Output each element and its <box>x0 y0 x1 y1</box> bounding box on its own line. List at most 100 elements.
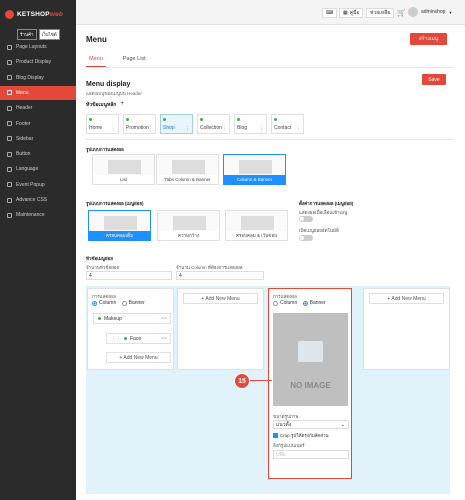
drag-handle-icon[interactable]: ⋮⋮ <box>111 336 121 342</box>
crop-checkbox[interactable]: Crop รูปให้ตรงกับสัดส่วน <box>273 432 329 439</box>
annotation-badge: 15 <box>234 373 250 389</box>
submenu-count-input[interactable]: 4 <box>86 271 172 280</box>
username: adminshop <box>421 9 446 15</box>
sidebar-item-footer[interactable]: Footer <box>0 117 76 131</box>
button-icon <box>7 151 12 157</box>
tab-page-list[interactable]: Page List <box>120 56 149 67</box>
sub-settings-title: ตั้งค่าการแสดงผล (เมนูย่อย) <box>299 201 354 206</box>
banner-link-input[interactable]: URL <box>273 450 349 459</box>
more-vertical-icon[interactable]: ⋮ <box>296 126 301 132</box>
style-list-card[interactable]: List <box>92 154 155 185</box>
sidebar-item-event-popup[interactable]: Event Popup <box>0 178 76 192</box>
manual-button[interactable]: ▦ คู่มือ <box>339 8 364 18</box>
add-new-menu-button[interactable]: + Add New Menu <box>106 352 171 363</box>
brand-name: KETSHOP <box>17 10 50 18</box>
sidebar-item-page-layouts[interactable]: Page Layouts <box>0 40 76 54</box>
sidebar-item-advance-css[interactable]: Advance CSS <box>0 193 76 207</box>
sidebar-item-menu[interactable]: Menu <box>0 85 76 100</box>
column-count-input[interactable]: 4 <box>176 271 264 280</box>
style-label: รูปแบบการแสดงผล <box>86 147 124 152</box>
banner-radio[interactable]: Banner <box>302 300 326 306</box>
column-radio[interactable]: Column <box>92 300 116 306</box>
more-vertical-icon[interactable]: ⋮ <box>185 126 190 132</box>
sidebar-item-sidebar[interactable]: Sidebar <box>0 132 76 146</box>
user-menu[interactable]: adminshop ▼ <box>408 7 452 17</box>
shop-button[interactable]: ร้านค้า <box>17 29 37 40</box>
more-vertical-icon[interactable]: ⋮ <box>111 126 116 132</box>
sub-setting-hover-label: แสดงผลเมื่อเลื่อนเข้าเมนู <box>299 210 348 215</box>
top-bar: ⌨ ▦ คู่มือ ช่วยเหลือ 🛒 adminshop ▼ <box>76 0 465 25</box>
chevron-down-icon: ▼ <box>448 9 453 15</box>
image-size-label: ขนาดรูปภาพ <box>273 414 299 419</box>
website-button[interactable]: เว็บไซต์ <box>38 29 60 40</box>
save-button[interactable]: Save <box>422 74 446 85</box>
cart-icon[interactable]: 🛒 <box>397 9 406 17</box>
image-size-select[interactable]: แนวตั้ง ⌄ <box>273 420 349 429</box>
sidebar-item-label: Product Display <box>16 59 52 66</box>
sub-setting-auto-label: เปิดเมนูย่อยอัตโนมัติ <box>299 228 339 233</box>
more-vertical-icon[interactable]: ⋮ <box>148 126 153 132</box>
main-menu-tabs: Home ⋮ Promotion ⋮ Shop ⋮ Collection ⋮ Blog ⋮ Cont… <box>86 114 376 136</box>
sidebar-item-label: Advance CSS <box>16 197 48 203</box>
brand-logo[interactable]: KETSHOPweb <box>5 9 63 19</box>
help-button[interactable]: ช่วยเหลือ <box>366 8 395 18</box>
sub-style-full-card[interactable]: ครอบคลุมเต็ม <box>88 210 151 241</box>
column-count-label: จำนวน Column ที่ต้องการแสดงผล <box>176 265 243 270</box>
sidebar-item-label: Maintenance <box>16 212 45 219</box>
sidebar-item-label: Menu <box>16 89 29 96</box>
sidebar-item-product-display[interactable]: Product Display <box>0 55 76 69</box>
tab-menu[interactable]: Menu <box>86 56 106 67</box>
sidebar-item-label: Header <box>16 105 33 112</box>
page-tabs: Menu Page List <box>86 56 149 67</box>
menu-item-makeup[interactable]: Makeup ⋯ <box>93 313 171 324</box>
sidebar-item-label: Sidebar <box>16 135 34 142</box>
sidebar-item-maintenance[interactable]: Maintenance <box>0 208 76 222</box>
sub-setting-auto-toggle[interactable] <box>299 235 313 241</box>
menu-item-face[interactable]: ⋮⋮ Face ⋯ <box>106 333 171 344</box>
more-vertical-icon[interactable]: ⋮ <box>222 126 227 132</box>
sub-setting-hover-toggle[interactable] <box>299 216 313 222</box>
banner-link-label: ลิงก์รูปแบนเนอร์ <box>273 443 305 448</box>
menu-tab-home[interactable]: Home ⋮ <box>86 114 119 134</box>
css-icon <box>7 197 12 203</box>
menu-tab-promotion[interactable]: Promotion ⋮ <box>123 114 156 134</box>
more-vertical-icon[interactable]: ⋮ <box>259 126 264 132</box>
style-column-banner-card[interactable]: Column & Banner <box>223 154 286 185</box>
sidebar-item-language[interactable]: Language <box>0 162 76 176</box>
add-main-menu-button[interactable]: + <box>120 101 124 109</box>
add-new-menu-button[interactable]: + Add New Menu <box>369 293 444 304</box>
product-icon <box>7 59 12 65</box>
status-dot <box>274 118 277 121</box>
language-icon <box>7 166 12 172</box>
menu-display-title: Menu display <box>86 81 131 88</box>
banner-image-placeholder[interactable]: NO IMAGE <box>273 313 348 406</box>
status-dot <box>126 118 129 121</box>
sidebar-item-button[interactable]: Button <box>0 147 76 161</box>
sidebar: KETSHOPweb ร้านค้า เว็บไซต์ Page Layouts… <box>0 0 76 500</box>
banner-radio[interactable]: Banner <box>121 300 145 306</box>
sub-style-label: รูปแบบการแสดงผล (เมนูย่อย) <box>86 201 144 206</box>
layout-icon <box>7 44 12 50</box>
keyboard-button[interactable]: ⌨ <box>322 8 338 18</box>
menu-tab-collection[interactable]: Collection ⋮ <box>197 114 230 134</box>
status-dot <box>163 118 166 121</box>
menu-tab-contact[interactable]: Contact ⋮ <box>271 114 304 134</box>
menu-tab-shop[interactable]: Shop ⋮ <box>160 114 193 134</box>
menu-tab-blog[interactable]: Blog ⋮ <box>234 114 267 134</box>
image-icon <box>298 341 323 362</box>
create-menu-button[interactable]: สร้างเมนู <box>410 33 447 45</box>
submenu-column-2: + Add New Menu <box>177 288 264 370</box>
add-new-menu-button[interactable]: + Add New Menu <box>183 293 258 304</box>
sub-style-width-card[interactable]: ความกว้าง <box>157 210 220 241</box>
submenu-count-label: จำนวนหัวข้อย่อย <box>86 265 120 270</box>
menu-display-subtitle: แสดงเมนูของเมนูบน Header <box>86 91 142 96</box>
style-tabs-column-banner-card[interactable]: Tabs Column & Banner <box>156 154 219 185</box>
sidebar-item-header[interactable]: Header <box>0 101 76 115</box>
sub-style-margin-card[interactable]: ครอบคลุม & เว้นขอบ <box>225 210 288 241</box>
checkbox-checked-icon <box>273 433 278 438</box>
chevron-down-icon: ⌄ <box>340 421 345 428</box>
sidebar-item-blog-display[interactable]: Blog Display <box>0 71 76 85</box>
sidebar-item-label: Button <box>16 151 31 158</box>
column-radio[interactable]: Column <box>273 300 297 306</box>
submenu-column-1: การแสดงผล Column Banner Makeup ⋯ ⋮⋮ Face ⋯ … <box>87 288 174 370</box>
